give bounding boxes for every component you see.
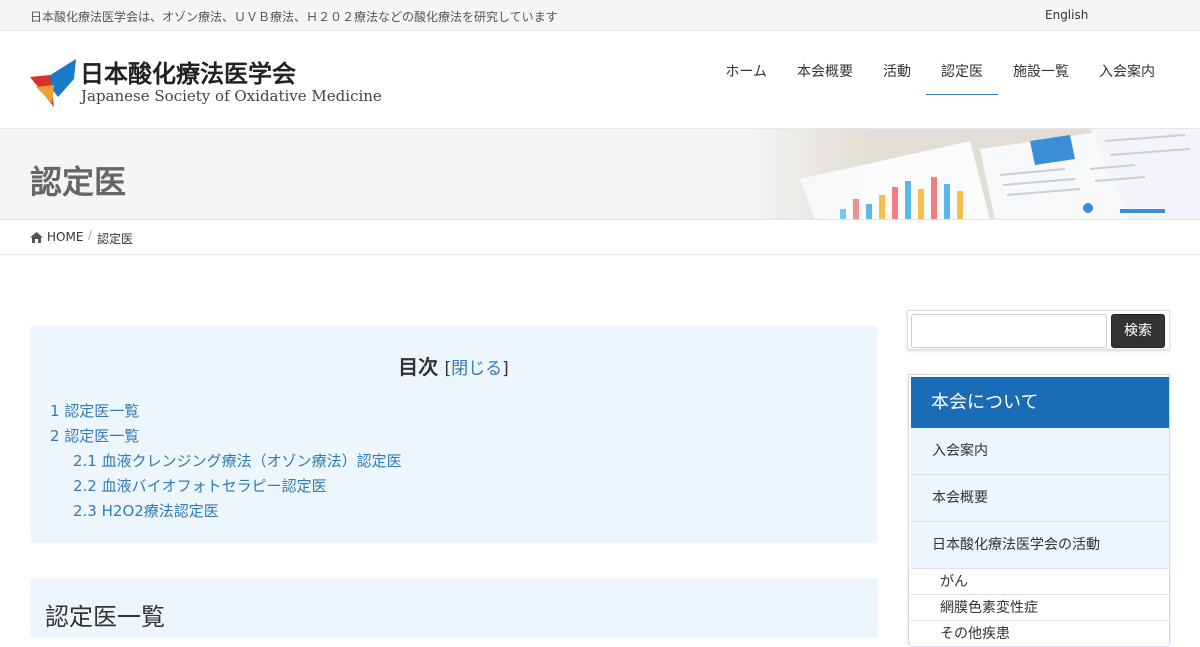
sidebar-item-about[interactable]: 本会概要 xyxy=(911,475,1169,522)
english-link[interactable]: English xyxy=(1045,8,1088,22)
sidebar-subitem-other[interactable]: その他疾患 xyxy=(911,621,1169,647)
toc-item[interactable]: 2 認定医一覧 xyxy=(50,426,402,451)
toc-toggle-link[interactable]: 閉じる xyxy=(451,359,502,379)
nav-item-facilities[interactable]: 施設一覧 xyxy=(998,31,1084,95)
banner-charts-image xyxy=(745,129,1200,219)
sidebar-subitem-retinitis[interactable]: 網膜色素変性症 xyxy=(911,595,1169,621)
table-of-contents: 目次 [閉じる] 1 認定医一覧 2 認定医一覧 2.1 血液クレンジング療法（… xyxy=(30,326,877,543)
sidebar-item-activities[interactable]: 日本酸化療法医学会の活動 xyxy=(911,522,1169,569)
site-logo[interactable]: 日本酸化療法医学会 Japanese Society of Oxidative … xyxy=(30,53,382,111)
page-banner: 認定医 xyxy=(0,129,1200,220)
site-tagline: 日本酸化療法医学会は、オゾン療法、ＵＶＢ療法、Ｈ２０２療法などの酸化療法を研究し… xyxy=(30,10,558,24)
page-title: 認定医 xyxy=(30,163,127,201)
search-button[interactable]: 検索 xyxy=(1111,314,1165,348)
sidebar-heading: 本会について xyxy=(911,377,1169,428)
nav-item-membership[interactable]: 入会案内 xyxy=(1084,31,1170,95)
toc-subitem[interactable]: 2.1 血液クレンジング療法（オゾン療法）認定医 xyxy=(50,451,402,476)
toc-item[interactable]: 1 認定医一覧 xyxy=(50,401,402,426)
toc-bracket-close: ] xyxy=(502,359,509,379)
toc-list: 1 認定医一覧 2 認定医一覧 2.1 血液クレンジング療法（オゾン療法）認定医… xyxy=(50,401,402,526)
section-heading: 認定医一覧 xyxy=(45,603,165,631)
breadcrumb-separator: / xyxy=(88,228,93,242)
breadcrumb-home[interactable]: HOME xyxy=(30,230,83,244)
search-widget: 検索 xyxy=(907,310,1170,350)
nav-item-certified-doctors[interactable]: 認定医 xyxy=(926,31,998,95)
main-nav: ホーム 本会概要 活動 認定医 施設一覧 入会案内 xyxy=(710,31,1170,129)
logo-title-jp: 日本酸化療法医学会 xyxy=(80,60,296,88)
top-info-bar: 日本酸化療法医学会は、オゾン療法、ＵＶＢ療法、Ｈ２０２療法などの酸化療法を研究し… xyxy=(0,0,1200,31)
breadcrumb-current: 認定医 xyxy=(97,232,134,246)
breadcrumb: HOME / 認定医 xyxy=(0,220,1200,255)
search-input[interactable] xyxy=(911,314,1107,348)
site-header: 日本酸化療法医学会 Japanese Society of Oxidative … xyxy=(0,31,1200,129)
home-icon xyxy=(30,231,43,243)
toc-subitem[interactable]: 2.2 血液バイオフォトセラピー認定医 xyxy=(50,476,402,501)
toc-header: 目次 [閉じる] xyxy=(30,351,877,380)
breadcrumb-home-label: HOME xyxy=(47,230,84,244)
toc-title: 目次 xyxy=(398,355,439,379)
logo-mark-icon xyxy=(30,59,76,107)
nav-item-activities[interactable]: 活動 xyxy=(868,31,926,95)
sidebar-item-membership[interactable]: 入会案内 xyxy=(911,428,1169,475)
nav-item-about[interactable]: 本会概要 xyxy=(782,31,868,95)
nav-item-home[interactable]: ホーム xyxy=(710,31,782,95)
toc-subitem[interactable]: 2.3 H2O2療法認定医 xyxy=(50,501,402,526)
sidebar-menu: 本会について 入会案内 本会概要 日本酸化療法医学会の活動 がん 網膜色素変性症… xyxy=(908,374,1170,647)
content-section: 認定医一覧 xyxy=(30,578,878,638)
sidebar-subitem-cancer[interactable]: がん xyxy=(911,569,1169,595)
logo-title-en: Japanese Society of Oxidative Medicine xyxy=(81,87,382,105)
